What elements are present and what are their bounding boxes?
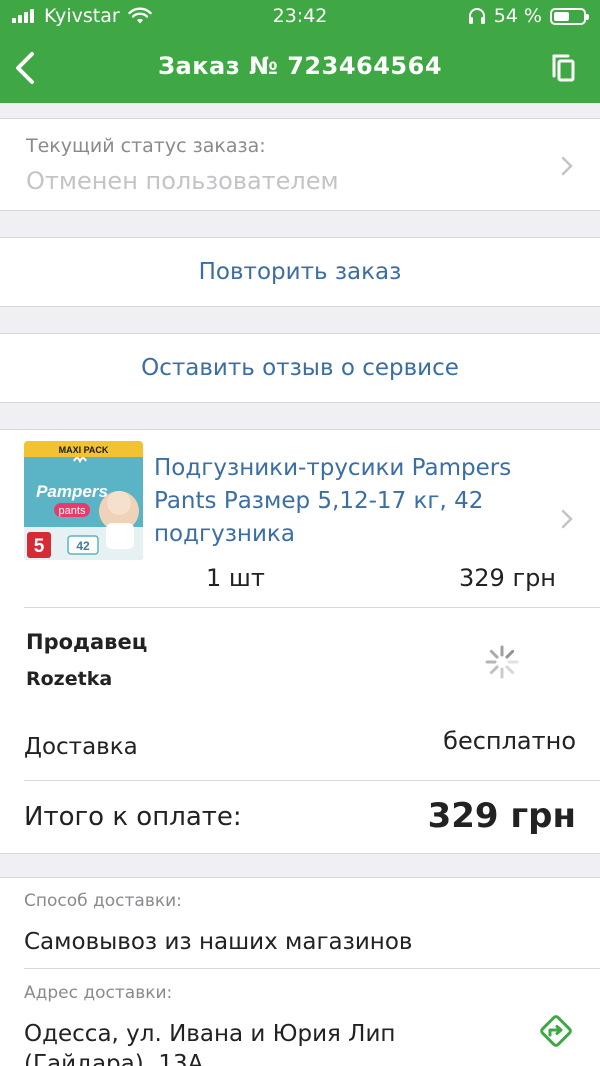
order-summary-card: MAXI PACK Pampers pants 5 42 Подгузники-… [0, 429, 600, 854]
status-value: Отменен пользователем [26, 167, 339, 195]
product-quantity: 1 шт [206, 564, 265, 592]
order-status-row[interactable]: Текущий статус заказа: Отменен пользоват… [0, 118, 600, 211]
copy-button[interactable] [550, 52, 578, 84]
delivery-info-card: Способ доставки: Самовывоз из наших мага… [0, 877, 600, 1066]
spinner-spoke [505, 649, 515, 659]
chevron-right-icon [561, 156, 573, 176]
leave-review-button[interactable]: Оставить отзыв о сервисе [0, 333, 600, 403]
repeat-order-button[interactable]: Повторить заказ [0, 237, 600, 307]
battery-icon [550, 7, 589, 25]
seller-label: Продавец [26, 630, 148, 654]
seller-name: Rozetka [26, 668, 113, 690]
pampers-pack-image: MAXI PACK Pampers pants 5 42 [24, 441, 143, 560]
divider [24, 780, 600, 781]
pack-count-text: 42 [76, 539, 90, 553]
product-image[interactable]: MAXI PACK Pampers pants 5 42 [24, 441, 143, 560]
product-price: 329 грн [459, 564, 556, 592]
loading-spinner-icon [485, 645, 519, 679]
status-right: 54 % [468, 5, 589, 27]
delivery-address-label: Адрес доставки: [24, 983, 173, 1003]
repeat-order-label: Повторить заказ [198, 259, 402, 285]
total-value: 329 грн [427, 796, 576, 836]
spinner-spoke [505, 665, 515, 675]
delivery-address-value: Одесса, ул. Ивана и Юрия Лип (Гайдара), … [24, 1021, 396, 1066]
copy-icon [552, 54, 575, 82]
battery-percent: 54 % [493, 5, 542, 27]
total-label: Итого к оплате: [24, 802, 242, 832]
headphones-icon [468, 8, 485, 24]
spinner-spoke [489, 665, 499, 675]
product-name-link[interactable]: Подгузники-трусики Pampers Pants Размер … [154, 452, 554, 551]
directions-button[interactable] [538, 1013, 574, 1049]
status-label: Текущий статус заказа: [26, 135, 266, 157]
leave-review-label: Оставить отзыв о сервисе [141, 355, 459, 381]
spinner-spoke [489, 649, 499, 659]
nav-bar: Заказ № 723464564 [0, 34, 600, 103]
chevron-right-icon [561, 509, 573, 529]
delivery-cost-value: бесплатно [443, 727, 576, 755]
page-title: Заказ № 723464564 [157, 52, 443, 80]
app-header: Kyivstar 23:42 54 % Заказ № 723464564 [0, 0, 600, 103]
divider [24, 607, 600, 608]
delivery-method-value: Самовывоз из наших магазинов [24, 929, 413, 955]
delivery-cost-label: Доставка [24, 734, 138, 760]
pack-line-text: pants [59, 505, 86, 517]
directions-icon [540, 1015, 572, 1047]
status-bar: Kyivstar 23:42 54 % [0, 0, 600, 34]
divider [24, 968, 600, 969]
pack-brand-text: Pampers [36, 482, 108, 501]
pack-banner-text: MAXI PACK [59, 445, 109, 455]
pack-size-text: 5 [34, 536, 45, 557]
delivery-method-label: Способ доставки: [24, 891, 182, 911]
